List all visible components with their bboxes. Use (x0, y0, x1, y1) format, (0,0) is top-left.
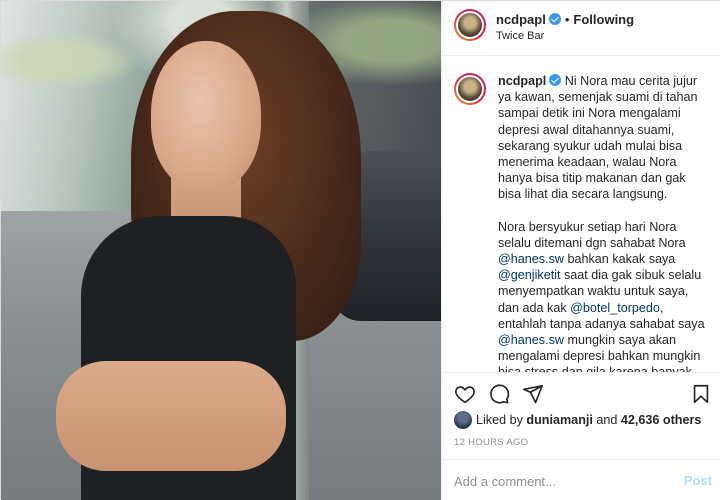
mention-link[interactable]: @botel_torpedo (570, 301, 660, 315)
post-photo[interactable] (1, 1, 441, 500)
verified-badge-icon (549, 74, 562, 86)
photo-subject-face (151, 41, 261, 191)
mention-link[interactable]: @hanes.sw (498, 252, 564, 266)
instagram-post-frame: ncdpapl • Following Twice Bar ncdpapl Ni N… (0, 0, 720, 500)
caption-avatar[interactable] (454, 73, 486, 105)
username-link[interactable]: ncdpapl (496, 12, 546, 27)
comment-icon[interactable] (488, 383, 510, 405)
mention-link[interactable]: @hanes.sw (498, 333, 564, 347)
post-comment-button[interactable]: Post (684, 473, 712, 488)
heart-icon[interactable] (454, 383, 476, 405)
action-bar (442, 372, 720, 410)
photo-subject-arms (56, 361, 286, 471)
likes-prefix: Liked by (476, 413, 527, 427)
add-comment-bar: Post (442, 459, 720, 500)
share-icon[interactable] (522, 383, 544, 405)
comment-input[interactable] (454, 471, 674, 491)
post-sidebar: ncdpapl • Following Twice Bar ncdpapl Ni N… (441, 1, 720, 500)
verified-badge-icon (548, 13, 561, 25)
caption-paragraph-1: Ni Nora mau cerita jujur ya kawan, semen… (498, 74, 698, 202)
liker-avatar[interactable] (454, 411, 472, 429)
bookmark-icon[interactable] (690, 383, 712, 405)
caption-text-segment: bahkan kakak saya (564, 252, 676, 267)
likes-summary: Liked by duniamanji and 42,636 others (454, 411, 719, 433)
post-header: ncdpapl • Following Twice Bar (442, 1, 720, 56)
location-link[interactable]: Twice Bar (496, 30, 544, 42)
post-timestamp[interactable]: 12 HOURS AGO (454, 437, 528, 448)
caption-text-segment: Nora bersyukur setiap hari Nora selalu d… (498, 219, 686, 250)
liker-username-link[interactable]: duniamanji (526, 413, 592, 427)
mention-link[interactable]: @genjiketit (498, 268, 561, 282)
likes-count-link[interactable]: 42,636 others (621, 413, 702, 427)
separator-dot: • (564, 12, 570, 27)
header-user-row: ncdpapl • Following (496, 12, 634, 27)
caption-text: ncdpapl Ni Nora mau cerita jujur ya kawa… (498, 73, 712, 372)
caption-paragraph-2: Nora bersyukur setiap hari Nora selalu d… (498, 219, 712, 372)
following-button[interactable]: Following (573, 12, 634, 27)
avatar[interactable] (454, 9, 486, 41)
comments-area[interactable]: ncdpapl Ni Nora mau cerita jujur ya kawa… (442, 57, 720, 372)
caption-username-link[interactable]: ncdpapl (498, 74, 546, 88)
likes-middle: and (592, 413, 621, 427)
